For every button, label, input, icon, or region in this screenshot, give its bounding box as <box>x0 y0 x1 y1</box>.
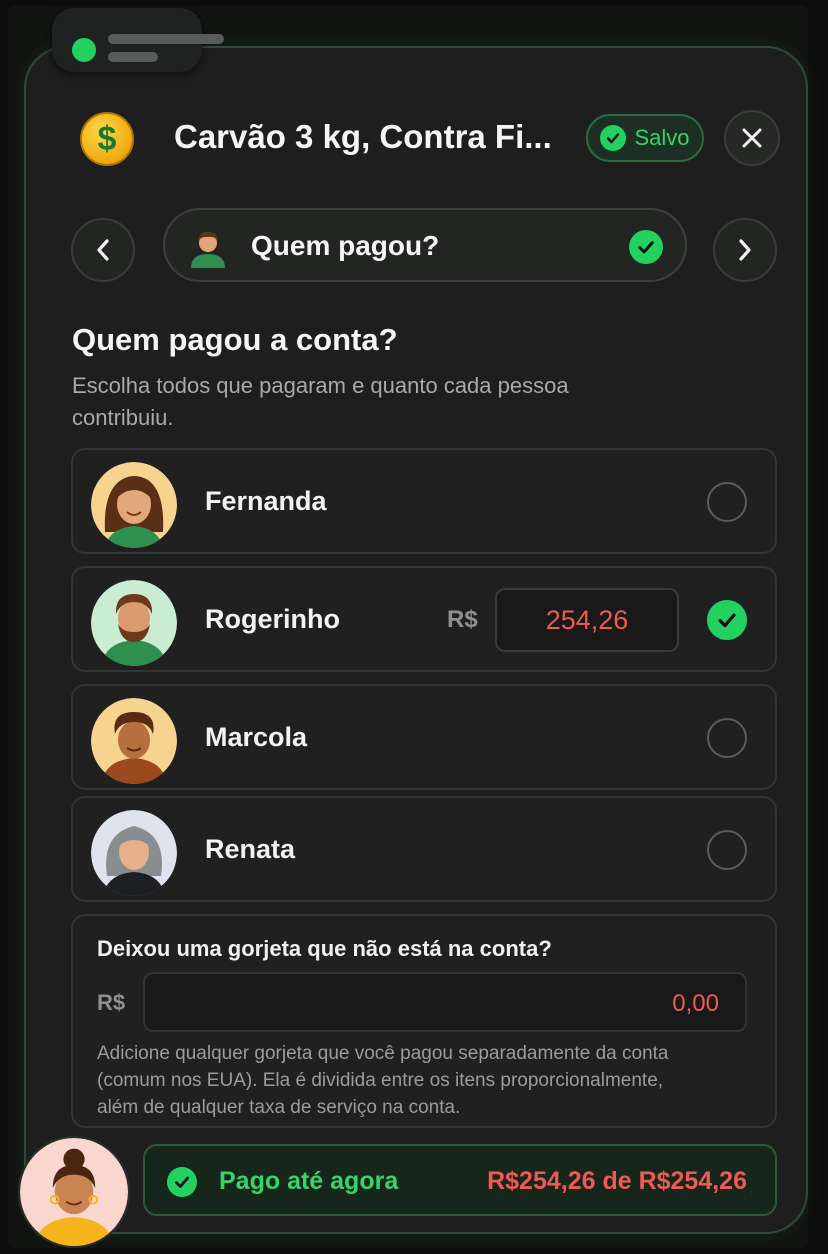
payer-name: Fernanda <box>205 486 327 516</box>
paid-so-far-amount: R$254,26 de R$254,26 <box>487 1167 747 1195</box>
currency-label: R$ <box>447 606 478 633</box>
close-button[interactable] <box>724 110 780 166</box>
step-label: Quem pagou? <box>251 230 440 261</box>
payer-radio-checked[interactable] <box>707 600 747 640</box>
payer-row-fernanda[interactable]: Fernanda <box>71 448 777 554</box>
check-icon <box>167 1167 197 1197</box>
tip-card: Deixou uma gorjeta que não está na conta… <box>71 914 777 1128</box>
menu-line-short-icon <box>108 52 158 62</box>
step-selector[interactable]: Quem pagou? <box>163 208 687 282</box>
dollar-coin-icon: $ <box>80 112 134 166</box>
section-subtitle: Escolha todos que pagaram e quanto cada … <box>72 373 569 430</box>
payment-card: $ Carvão 3 kg, Contra Fi... Salvo Quem p… <box>24 46 808 1234</box>
paid-so-far-label: Pago até agora <box>219 1167 399 1195</box>
tip-currency-label: R$ <box>97 990 126 1015</box>
paid-summary-bar: Pago até agora R$254,26 de R$254,26 <box>143 1144 777 1216</box>
person-avatar-icon <box>191 231 225 268</box>
avatar <box>91 698 177 784</box>
tip-amount-input[interactable]: 0,00 <box>143 972 747 1032</box>
section-title: Quem pagou a conta? <box>72 322 398 357</box>
check-icon <box>600 125 627 151</box>
avatar <box>91 462 177 548</box>
check-icon <box>718 613 736 628</box>
tip-help-text: Adicione qualquer gorjeta que você pagou… <box>97 1043 669 1118</box>
payer-radio[interactable] <box>707 718 747 758</box>
saved-label: Salvo <box>634 125 690 150</box>
payer-amount-input[interactable]: 254,26 <box>495 588 679 652</box>
payer-name: Rogerinho <box>205 604 340 634</box>
avatar <box>91 580 177 666</box>
next-step-button[interactable] <box>713 218 777 282</box>
step-complete-check-icon <box>629 230 663 264</box>
app-menu-pill[interactable] <box>52 8 224 72</box>
menu-line-icon <box>108 34 224 44</box>
previous-step-button[interactable] <box>71 218 135 282</box>
payer-radio[interactable] <box>707 482 747 522</box>
saved-badge: Salvo <box>586 114 704 162</box>
current-user-avatar[interactable] <box>18 1136 130 1248</box>
item-title: Carvão 3 kg, Contra Fi... <box>174 118 552 155</box>
payer-row-marcola[interactable]: Marcola <box>71 684 777 790</box>
tip-title: Deixou uma gorjeta que não está na conta… <box>97 936 552 961</box>
close-icon <box>742 128 762 148</box>
payer-radio[interactable] <box>707 830 747 870</box>
payer-row-renata[interactable]: Renata <box>71 796 777 902</box>
chevron-right-icon <box>739 239 751 261</box>
chevron-left-icon <box>97 239 109 261</box>
status-dot-icon <box>72 38 96 62</box>
payer-name: Renata <box>205 834 296 864</box>
payer-row-rogerinho[interactable]: Rogerinho R$ 254,26 <box>71 566 777 672</box>
avatar <box>91 810 177 896</box>
payer-name: Marcola <box>205 722 308 752</box>
